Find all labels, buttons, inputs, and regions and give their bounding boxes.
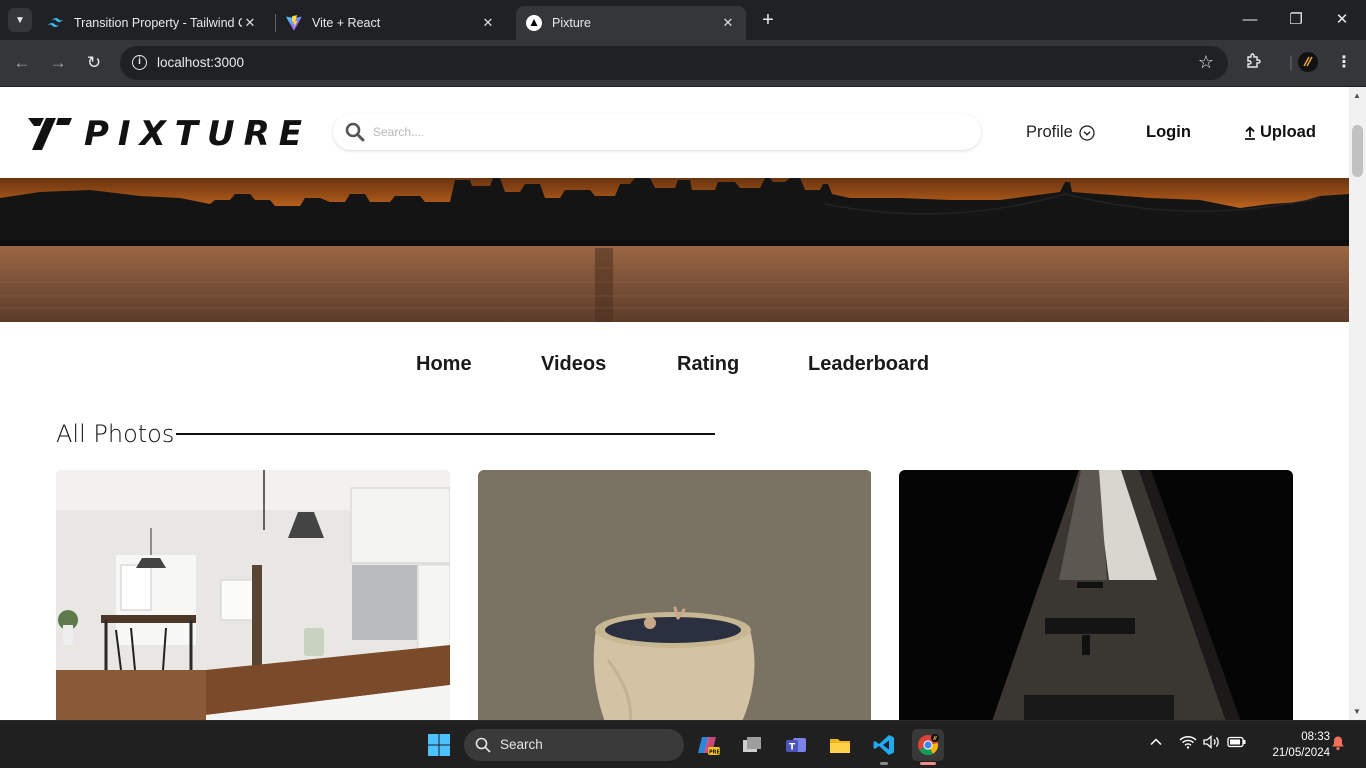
vscode-running-indicator [880,762,888,765]
site-logo[interactable]: PIXTURE [26,114,311,154]
browser-toolbar: ← → ↻ i localhost:3000 ☆ | ⋮ [0,40,1366,86]
search-icon [475,737,491,758]
logo-text: PIXTURE [84,114,311,154]
show-hidden-icons-chevron-icon[interactable] [1149,735,1163,752]
vscode-icon[interactable] [868,729,900,761]
notification-bell-icon[interactable] [1331,735,1345,754]
browser-menu-icon[interactable]: ⋮ [1333,52,1355,74]
address-bar[interactable]: i localhost:3000 ☆ [120,46,1228,80]
profile-label: Profile [1026,123,1073,141]
back-arrow-icon[interactable]: ← [11,52,33,74]
file-explorer-icon[interactable] [824,729,856,761]
chrome-active-indicator [920,762,936,765]
scroll-up-arrow-icon[interactable]: ▲ [1353,91,1361,100]
browser-tab-vite[interactable]: Vite + React ✕ [276,6,506,40]
search-bar [333,114,981,150]
tab-search-chevron-icon[interactable]: ▼ [8,8,32,32]
restore-window-icon[interactable]: ❐ [1286,10,1306,30]
scrollbar-thumb[interactable] [1352,125,1363,177]
task-view-icon[interactable] [736,729,768,761]
chrome-icon[interactable] [912,729,944,761]
login-button[interactable]: Login [1146,123,1191,142]
bookmark-star-icon[interactable]: ☆ [1198,52,1214,73]
volume-icon[interactable] [1203,735,1221,752]
clock-date: 21/05/2024 [1272,747,1330,759]
browser-tab-tailwind[interactable]: Transition Property - Tailwind CSS ✕ [38,6,268,40]
tab-title: Transition Property - Tailwind CSS [74,16,242,30]
nav-leaderboard[interactable]: Leaderboard [808,353,929,376]
svg-text:T: T [789,743,796,753]
copilot-icon[interactable]: PRE [692,729,724,761]
vite-icon [286,15,302,31]
scroll-down-arrow-icon[interactable]: ▼ [1353,707,1361,716]
nav-home[interactable]: Home [416,353,472,376]
pixture-logo-mark [28,118,72,150]
url-text: localhost:3000 [157,55,245,70]
site-info-icon[interactable]: i [132,55,147,70]
clock-time: 08:33 [1301,731,1330,743]
upload-button[interactable]: Upload [1244,123,1316,142]
section-title: All Photos [56,420,175,448]
hero-banner-image [0,178,1349,322]
tailwind-icon [48,15,64,31]
upload-label: Upload [1260,123,1316,141]
new-tab-icon[interactable]: + [758,10,778,30]
teams-icon[interactable]: T [780,729,812,761]
page-scrollbar[interactable]: ▲ ▼ [1349,87,1366,720]
search-icon [345,122,365,147]
windows-taskbar: Search PRE T 08:33 21/05/2024 [0,720,1366,768]
extensions-puzzle-icon[interactable] [1243,52,1265,74]
photo-card-clay-pot[interactable] [478,470,872,720]
windows-start-icon[interactable] [423,729,455,761]
taskbar-search-box[interactable]: Search [464,729,684,761]
minimize-window-icon[interactable]: — [1240,10,1260,30]
svg-text:PRE: PRE [709,750,720,756]
nav-videos[interactable]: Videos [541,353,606,376]
forward-arrow-icon[interactable]: → [47,52,69,74]
close-tab-icon[interactable]: ✕ [242,15,258,31]
close-tab-icon[interactable]: ✕ [720,15,736,31]
chevron-down-circle-icon [1079,124,1095,141]
reload-icon[interactable]: ↻ [83,52,105,74]
browser-tabstrip: ▼ Transition Property - Tailwind CSS ✕ V… [0,0,1366,40]
page-viewport: PIXTURE Profile Login Upload [0,87,1349,720]
profile-menu-button[interactable]: Profile [1026,123,1095,142]
photo-card-concrete-tower[interactable] [899,470,1293,720]
tab-title: Vite + React [312,16,381,30]
nav-rating[interactable]: Rating [677,353,739,376]
close-tab-icon[interactable]: ✕ [480,15,496,31]
wifi-icon[interactable] [1179,735,1197,752]
photo-card-kitchen[interactable] [56,470,450,720]
site-header: PIXTURE Profile Login Upload [0,87,1349,178]
nextjs-triangle-icon [526,15,542,31]
system-clock[interactable]: 08:33 21/05/2024 [1254,729,1330,761]
upload-arrow-icon [1244,125,1256,140]
section-divider [176,433,715,435]
browser-tab-pixture[interactable]: Pixture ✕ [516,6,746,40]
close-window-icon[interactable]: ✕ [1332,10,1352,30]
tab-title: Pixture [552,16,591,30]
battery-icon[interactable] [1227,735,1247,752]
profile-avatar-icon[interactable] [1297,52,1319,74]
taskbar-search-label: Search [500,737,543,752]
search-input[interactable] [373,123,953,141]
